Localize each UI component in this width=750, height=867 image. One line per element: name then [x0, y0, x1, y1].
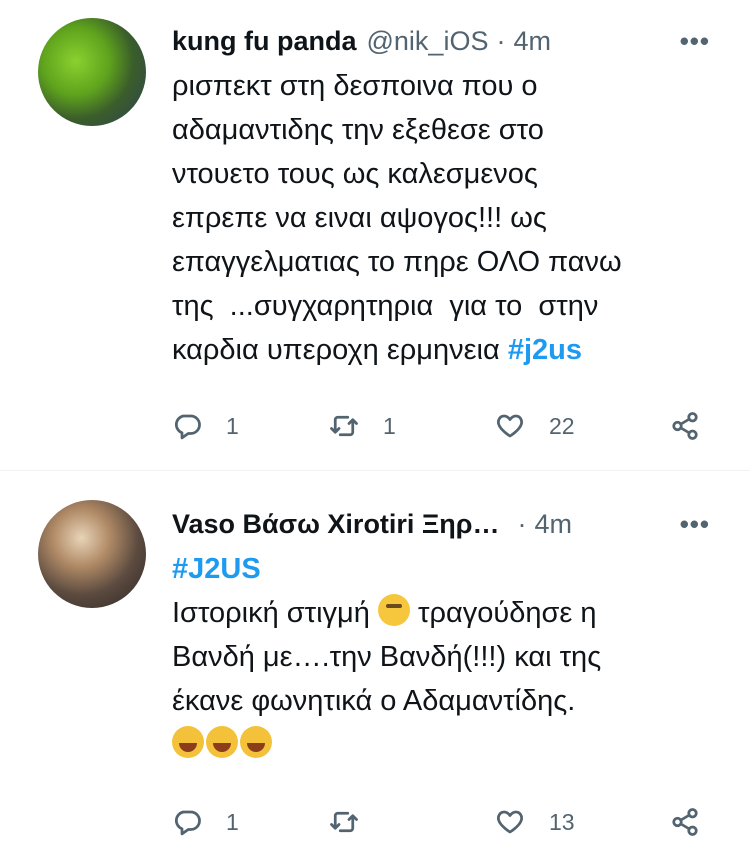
share-button[interactable] — [670, 802, 700, 842]
tweet-actions: 1 13 — [172, 802, 712, 842]
retweet-button[interactable]: 1 — [329, 406, 396, 446]
heart-icon — [497, 414, 523, 438]
display-name[interactable]: kung fu panda — [172, 26, 357, 57]
tweet-text-line: της ...συγχαρητηρια για το στην — [172, 290, 599, 322]
more-options-icon[interactable]: ••• — [680, 26, 710, 57]
retweet-icon — [330, 811, 358, 833]
tweet-text-line: επρεπε να ειναι αψογος!!! ως — [172, 202, 547, 234]
hashtag-link[interactable]: #j2us — [508, 334, 582, 366]
separator-dot: · — [517, 508, 527, 539]
laughing-cat-icon — [240, 726, 272, 758]
display-name[interactable]: Vaso Βάσω Xirotiri Ξηρ… — [172, 509, 500, 540]
separator-dot: · — [496, 25, 506, 56]
tweet-text-fragment: Ιστορική στιγμή — [172, 597, 378, 629]
tweet-text-fragment: τραγούδησε η — [409, 597, 597, 629]
timestamp[interactable]: 4m — [535, 509, 573, 540]
tweet[interactable]: Vaso Βάσω Xirotiri Ξηρ… · 4m ••• #J2US Ι… — [0, 471, 750, 867]
share-icon — [672, 808, 698, 836]
hashtag-link[interactable]: #J2US — [172, 547, 732, 591]
share-button[interactable] — [670, 406, 700, 446]
tweet-text: #J2US Ιστορική στιγμή τραγούδησε η Βανδή… — [172, 547, 732, 767]
like-count: 22 — [549, 412, 575, 439]
timestamp[interactable]: 4m — [513, 26, 551, 57]
reply-button[interactable]: 1 — [172, 406, 239, 446]
avatar[interactable] — [38, 18, 146, 126]
retweet-button[interactable] — [329, 802, 383, 842]
tweet-text: ρισπεκτ στη δεσποινα που ο αδαμαντιδης τ… — [172, 64, 732, 372]
tweet-actions: 1 1 22 — [172, 406, 712, 446]
reply-icon — [174, 414, 201, 440]
emoji-line — [172, 723, 732, 767]
more-options-icon[interactable]: ••• — [680, 509, 710, 540]
tweet-text-line: ντουετο τους ως καλεσμενος — [172, 158, 538, 190]
tweet-header: kung fu panda @nik_iOS · 4m ••• — [172, 21, 710, 61]
share-icon — [672, 412, 698, 440]
tweet-text-line: Βανδή με….την Βανδή(!!!) και της — [172, 641, 602, 673]
tweet[interactable]: kung fu panda @nik_iOS · 4m ••• ρισπεκτ … — [0, 0, 750, 470]
like-button[interactable]: 13 — [495, 802, 575, 842]
tweet-text-line: καρδια υπεροχη ερμηνεια #j2us — [172, 328, 732, 372]
like-button[interactable]: 22 — [495, 406, 575, 446]
tweet-text-line: έκανε φωνητικά ο Αδαμαντίδης. — [172, 685, 576, 717]
laughing-cat-icon — [172, 726, 204, 758]
heart-icon — [497, 810, 523, 834]
tweet-header: Vaso Βάσω Xirotiri Ξηρ… · 4m ••• — [172, 504, 710, 544]
tweet-text-line: ρισπεκτ στη δεσποινα που ο — [172, 70, 538, 102]
like-count: 13 — [549, 808, 575, 835]
reply-icon — [174, 810, 201, 836]
tweet-text-fragment: καρδια υπεροχη ερμηνεια — [172, 334, 508, 366]
tweet-text-line: αδαμαντιδης την εξεθεσε στο — [172, 114, 544, 146]
reply-count: 1 — [226, 412, 239, 439]
reply-count: 1 — [226, 808, 239, 835]
retweet-icon — [330, 415, 358, 437]
avatar[interactable] — [38, 500, 146, 608]
tweet-text-line: επαγγελματιας το πηρε ΟΛΟ πανω — [172, 246, 622, 278]
laughing-cat-icon — [206, 726, 238, 758]
retweet-count: 1 — [383, 412, 396, 439]
user-handle[interactable]: @nik_iOS — [367, 26, 489, 57]
thinking-face-icon — [377, 594, 410, 626]
reply-button[interactable]: 1 — [172, 802, 239, 842]
tweet-text-line: Ιστορική στιγμή τραγούδησε η — [172, 591, 732, 635]
